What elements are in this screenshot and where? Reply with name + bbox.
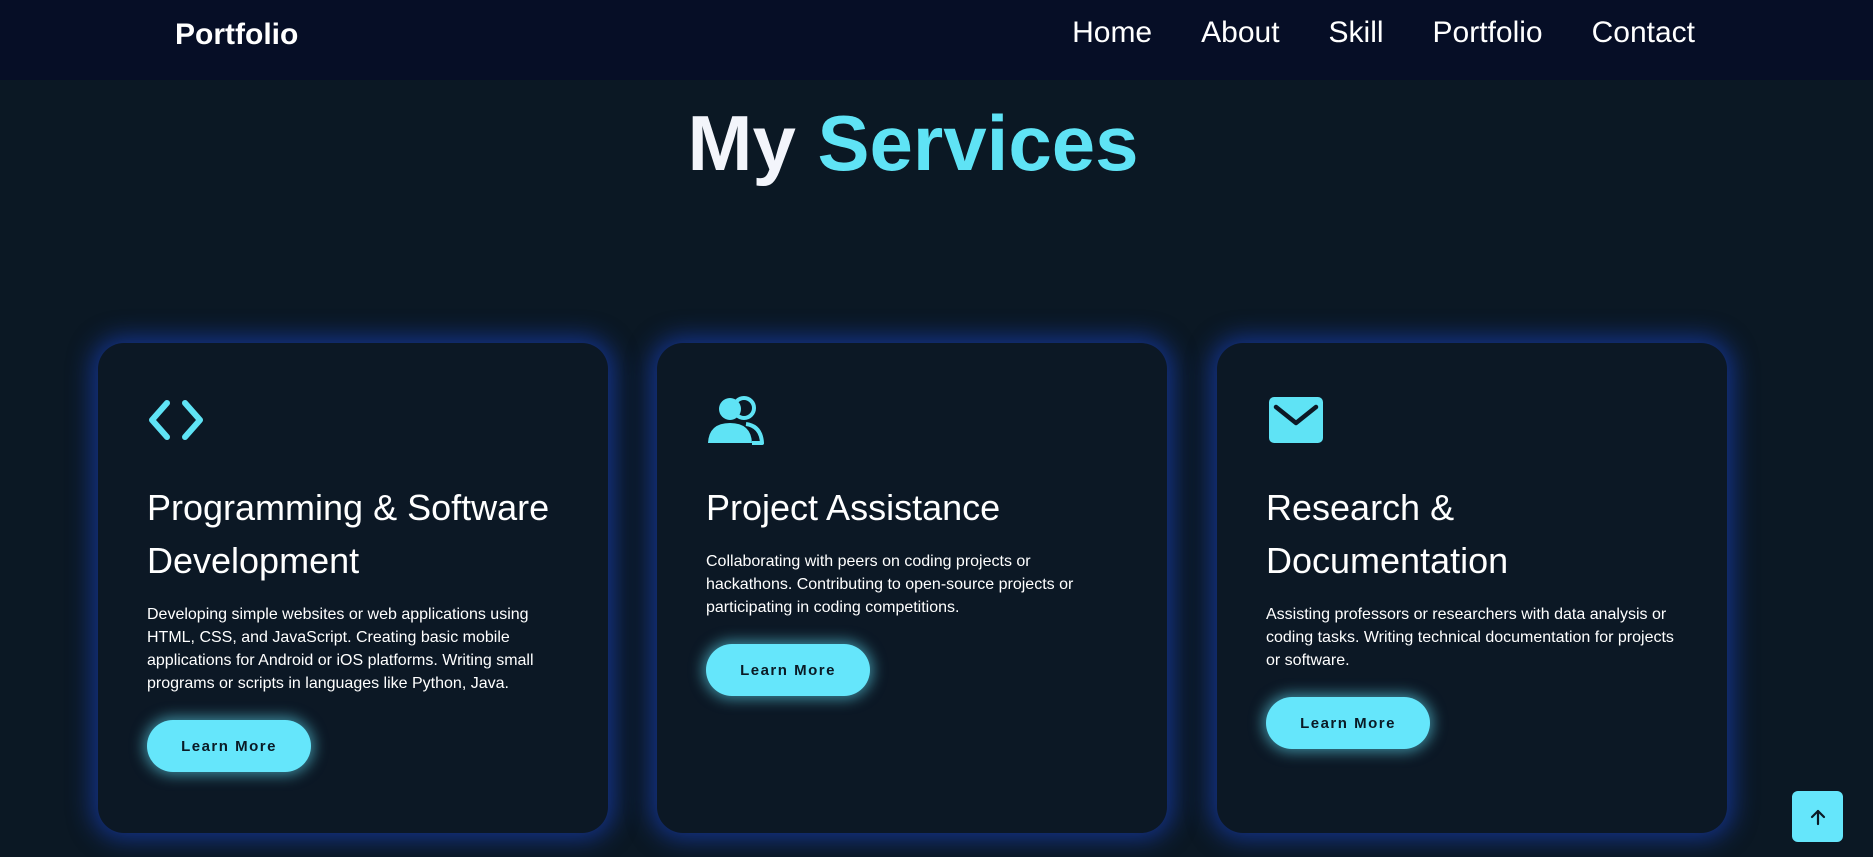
section-title-main: My xyxy=(687,99,796,187)
users-icon xyxy=(708,396,764,445)
nav-link-contact[interactable]: Contact xyxy=(1592,16,1695,50)
navbar: Portfolio Home About Skill Portfolio Con… xyxy=(0,0,1873,80)
service-card-programming: Programming & Software Development Devel… xyxy=(98,343,608,833)
learn-more-button[interactable]: Learn More xyxy=(706,644,870,696)
card-description: Developing simple websites or web applic… xyxy=(147,606,534,692)
card-title: Research & Documentation xyxy=(1266,487,1509,581)
envelope-icon xyxy=(1269,397,1323,443)
section-title: My Services xyxy=(0,98,1826,189)
card-title: Programming & Software Development xyxy=(147,487,550,581)
code-icon xyxy=(149,400,203,440)
card-description: Assisting professors or researchers with… xyxy=(1266,606,1674,669)
nav-link-skill[interactable]: Skill xyxy=(1329,16,1384,50)
nav-link-portfolio[interactable]: Portfolio xyxy=(1433,16,1543,50)
card-title: Project Assistance xyxy=(706,487,1001,528)
nav-link-home[interactable]: Home xyxy=(1072,16,1152,50)
section-title-accent: Services xyxy=(817,99,1139,187)
nav-link-about[interactable]: About xyxy=(1201,16,1279,50)
service-card-project-assistance: Project Assistance Collaborating with pe… xyxy=(657,343,1167,833)
learn-more-button[interactable]: Learn More xyxy=(147,720,311,772)
card-description: Collaborating with peers on coding proje… xyxy=(706,553,1074,616)
learn-more-button[interactable]: Learn More xyxy=(1266,697,1430,749)
service-card-research: Research & Documentation Assisting profe… xyxy=(1217,343,1727,833)
arrow-up-icon xyxy=(1810,809,1825,825)
logo[interactable]: Portfolio xyxy=(175,18,298,52)
nav-links: Home About Skill Portfolio Contact xyxy=(1072,16,1695,50)
scroll-to-top-button[interactable] xyxy=(1792,791,1843,842)
